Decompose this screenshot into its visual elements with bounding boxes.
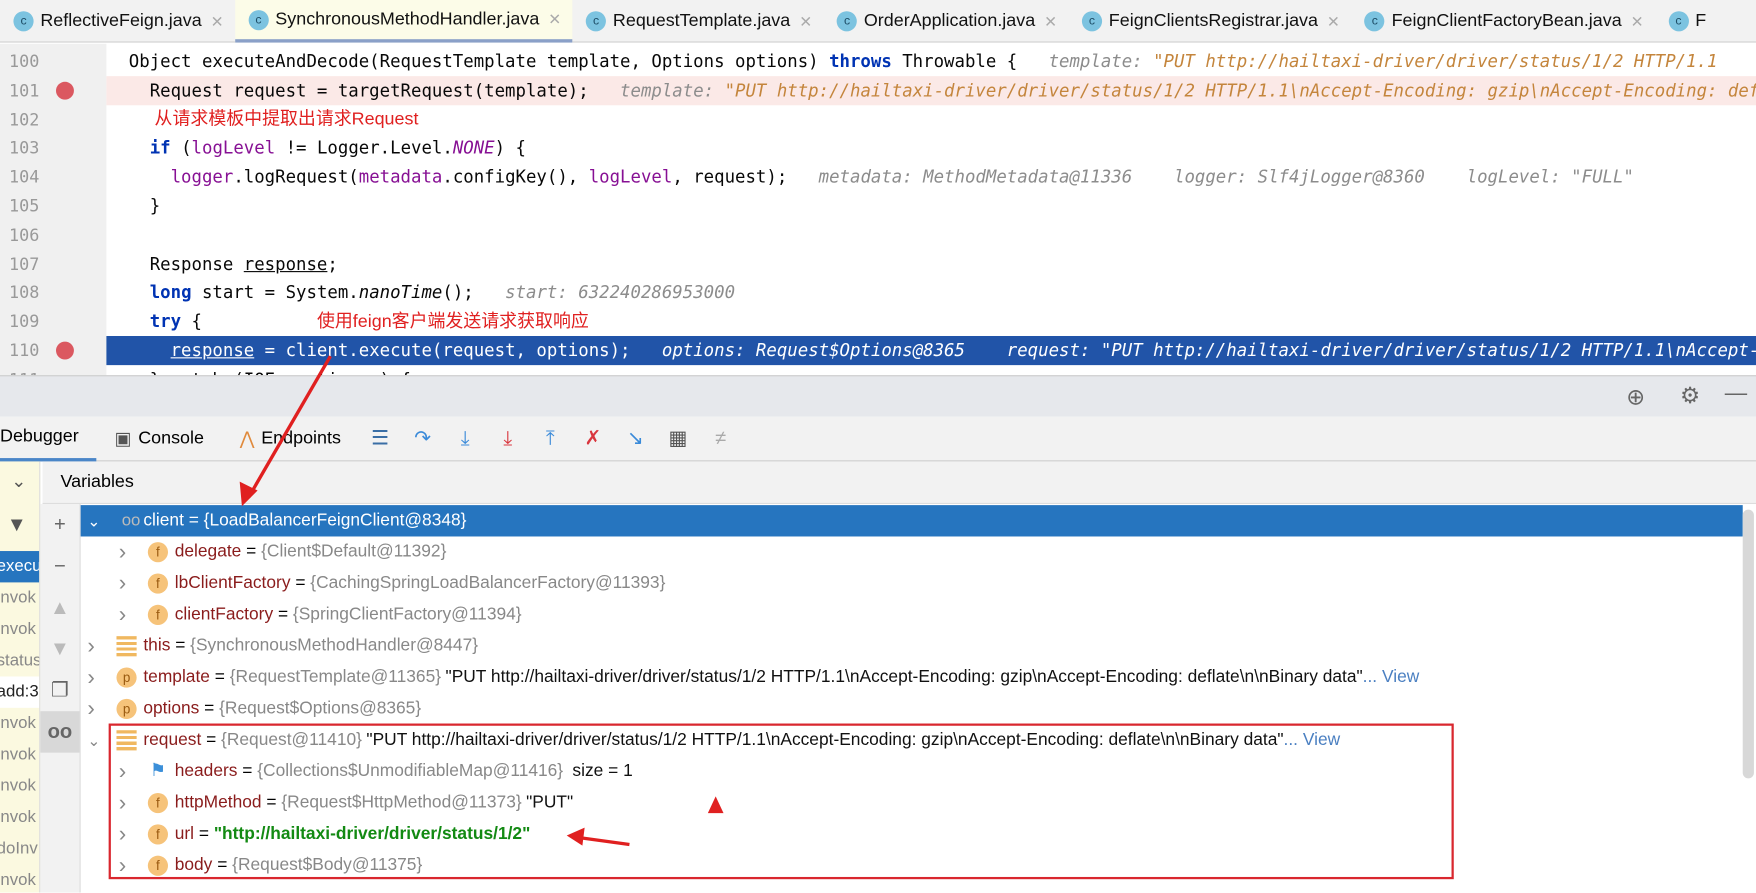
- url-arrow-head: [566, 827, 585, 846]
- ide-window: c ReflectiveFeign.java ✕ c SynchronousMethod…: [0, 0, 1756, 893]
- url-arrow-line: [579, 836, 630, 847]
- arrow-line: [247, 355, 332, 499]
- annotation-arrows: [239, 355, 724, 847]
- arrow-head-small: [707, 796, 724, 814]
